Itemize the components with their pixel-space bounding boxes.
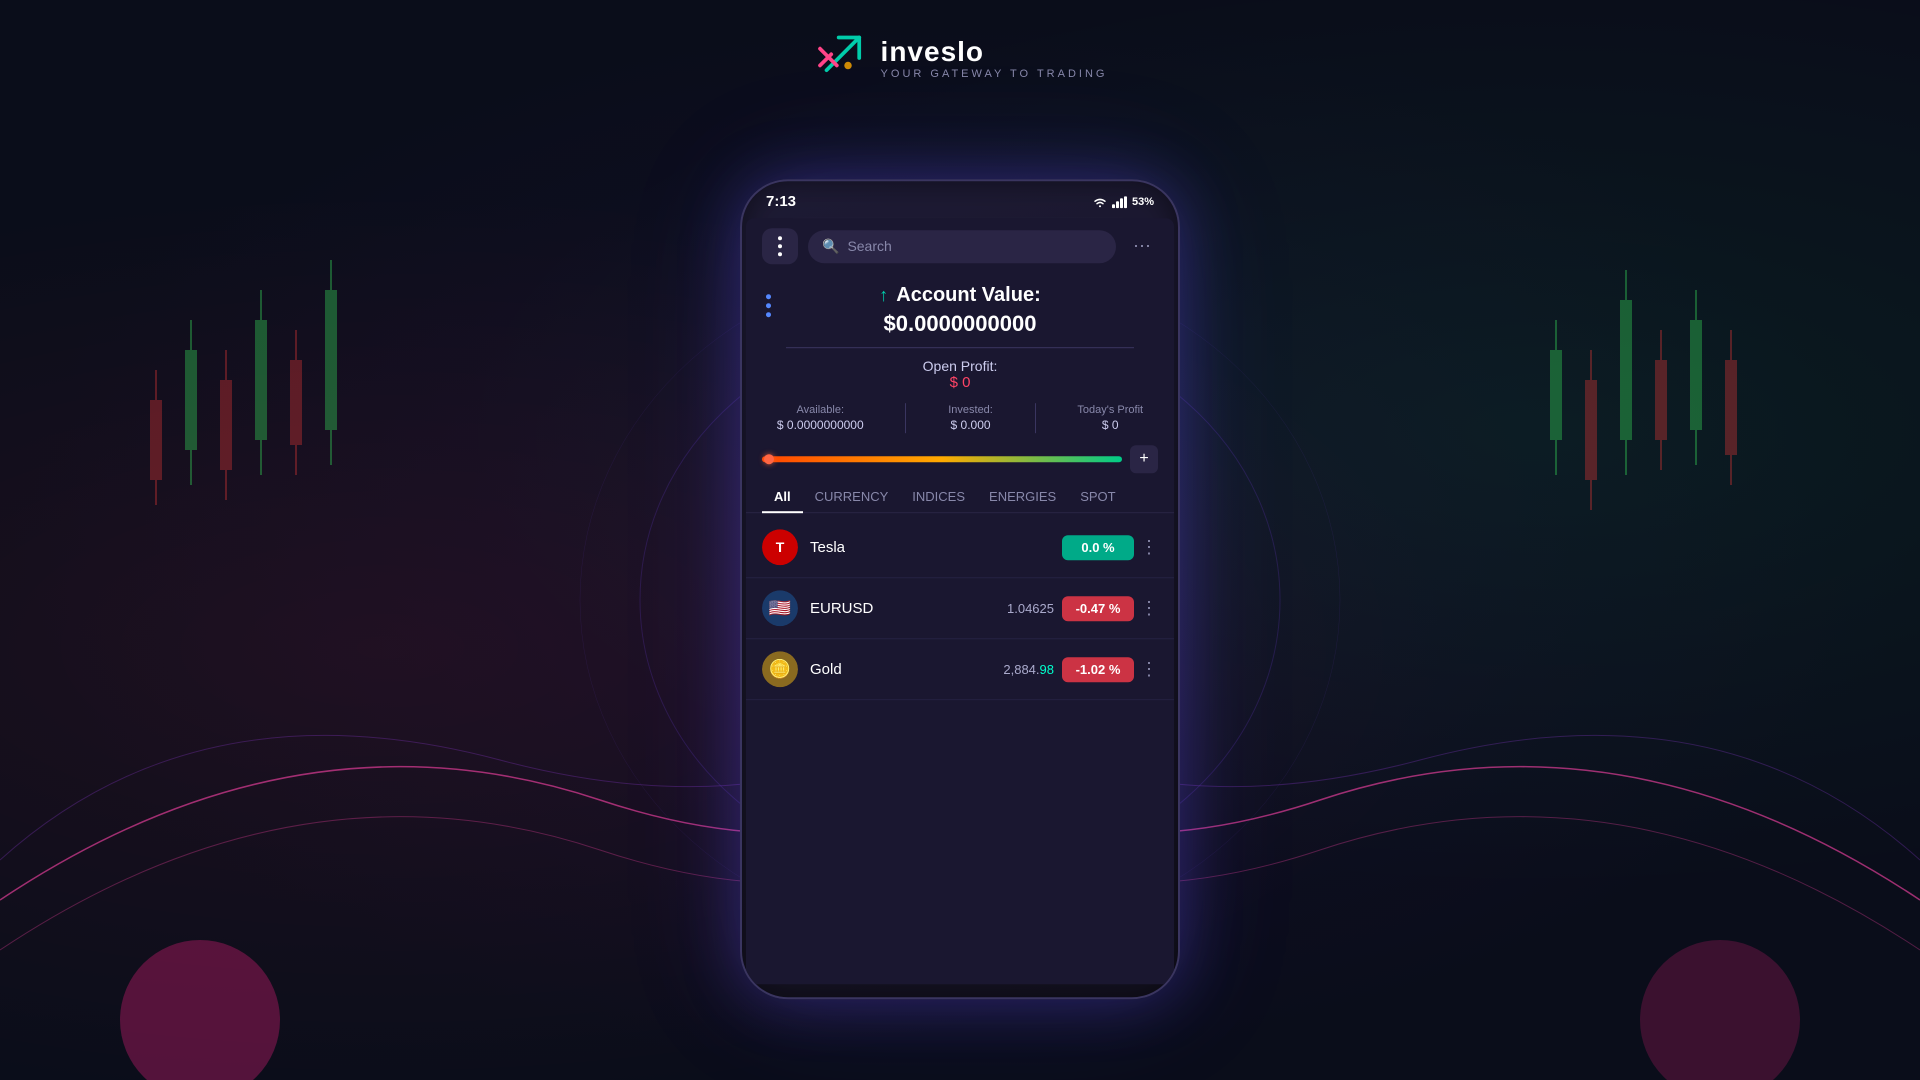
eurusd-logo-icon: 🇺🇸 xyxy=(762,590,798,626)
tab-all[interactable]: All xyxy=(762,481,803,512)
eurusd-change-badge: -0.47 % xyxy=(1062,596,1134,621)
search-icon: 🔍 xyxy=(822,238,839,255)
asset-item-gold[interactable]: 🪙 Gold 2,884.98 -1.02 % ⋮ xyxy=(746,639,1174,700)
logo-icon xyxy=(813,30,869,86)
stat-divider-1 xyxy=(905,403,906,433)
status-bar: 7:13 53% xyxy=(742,181,1178,218)
eurusd-more-icon[interactable]: ⋮ xyxy=(1140,598,1158,619)
logo-text: inveslo YOUR GATEWAY TO TRADING xyxy=(881,36,1108,80)
stat-invested: Invested: $ 0.000 xyxy=(948,404,993,432)
invested-label: Invested: xyxy=(948,404,993,416)
tesla-change-badge: 0.0 % xyxy=(1062,535,1134,560)
battery-level: 53% xyxy=(1132,196,1154,208)
status-icons: 53% xyxy=(1092,196,1154,208)
available-label: Available: xyxy=(777,404,864,416)
eurusd-price: 1.04625 xyxy=(1007,601,1054,616)
dot-1 xyxy=(766,294,771,299)
stat-todays-profit: Today's Profit $ 0 xyxy=(1077,404,1143,432)
gold-logo: 🪙 xyxy=(762,651,798,687)
phone-screen: 🔍 Search ⋯ ↑ Account Value: xyxy=(746,218,1174,984)
dot-3 xyxy=(766,312,771,317)
app-name: inveslo xyxy=(881,36,1108,68)
gold-price: 2,884.98 xyxy=(1003,662,1054,677)
asset-item-eurusd[interactable]: 🇺🇸 EURUSD 1.04625 -0.47 % ⋮ xyxy=(746,578,1174,639)
search-placeholder: Search xyxy=(847,238,891,254)
eurusd-logo: 🇺🇸 xyxy=(762,590,798,626)
tesla-name: Tesla xyxy=(810,539,1054,556)
top-nav: 🔍 Search ⋯ xyxy=(746,218,1174,274)
account-title: Account Value: xyxy=(896,284,1040,307)
invested-value: $ 0.000 xyxy=(948,418,993,432)
tab-spot[interactable]: SPOT xyxy=(1068,481,1127,512)
tesla-more-icon[interactable]: ⋮ xyxy=(1140,537,1158,558)
gold-logo-icon: 🪙 xyxy=(762,651,798,687)
available-value: $ 0.0000000000 xyxy=(777,418,864,432)
asset-tabs: All CURRENCY INDICES ENERGIES SPOT xyxy=(746,481,1174,513)
stat-divider-2 xyxy=(1035,403,1036,433)
phone-frame: 7:13 53% 🔍 xyxy=(740,179,1180,999)
portfolio-progress-bar xyxy=(762,456,1122,462)
account-title-row: ↑ Account Value: xyxy=(766,284,1154,307)
progress-thumb xyxy=(764,454,774,464)
open-profit-label: Open Profit: xyxy=(766,358,1154,374)
menu-button[interactable] xyxy=(762,228,798,264)
phone-mockup: 7:13 53% 🔍 xyxy=(740,179,1180,999)
todays-profit-value: $ 0 xyxy=(1077,418,1143,432)
status-time: 7:13 xyxy=(766,193,796,210)
tesla-logo: T xyxy=(762,529,798,565)
gold-price-main: 2,884. xyxy=(1003,662,1039,677)
tab-currency[interactable]: CURRENCY xyxy=(803,481,901,512)
menu-dot-1 xyxy=(778,236,782,240)
todays-profit-label: Today's Profit xyxy=(1077,404,1143,416)
asset-item-tesla[interactable]: T Tesla 0.0 % ⋮ xyxy=(746,517,1174,578)
more-options-button[interactable]: ⋯ xyxy=(1126,230,1158,262)
menu-dot-2 xyxy=(778,244,782,248)
account-section: ↑ Account Value: $0.0000000000 Open Prof… xyxy=(746,274,1174,391)
trend-up-icon: ↑ xyxy=(879,285,888,306)
open-profit-value: $ 0 xyxy=(766,374,1154,391)
tab-energies[interactable]: ENERGIES xyxy=(977,481,1068,512)
asset-list: T Tesla 0.0 % ⋮ 🇺🇸 EURUSD 1.04625 -0.47 … xyxy=(746,517,1174,700)
gold-change-badge: -1.02 % xyxy=(1062,657,1134,682)
gold-more-icon[interactable]: ⋮ xyxy=(1140,659,1158,680)
app-tagline: YOUR GATEWAY TO TRADING xyxy=(881,68,1108,80)
gold-name: Gold xyxy=(810,661,1003,678)
dot-2 xyxy=(766,303,771,308)
account-value: $0.0000000000 xyxy=(786,311,1134,348)
eurusd-name: EURUSD xyxy=(810,600,1007,617)
dots-indicator xyxy=(766,294,771,317)
add-button[interactable]: + xyxy=(1130,445,1158,473)
stats-row: Available: $ 0.0000000000 Invested: $ 0.… xyxy=(746,403,1174,445)
logo-area: inveslo YOUR GATEWAY TO TRADING xyxy=(813,30,1108,86)
stat-available: Available: $ 0.0000000000 xyxy=(777,404,864,432)
tesla-logo-icon: T xyxy=(762,529,798,565)
search-bar[interactable]: 🔍 Search xyxy=(808,230,1116,263)
menu-dot-3 xyxy=(778,252,782,256)
tab-indices[interactable]: INDICES xyxy=(900,481,977,512)
progress-bar-container: + xyxy=(746,445,1174,473)
gold-price-decimal: 98 xyxy=(1040,662,1054,677)
